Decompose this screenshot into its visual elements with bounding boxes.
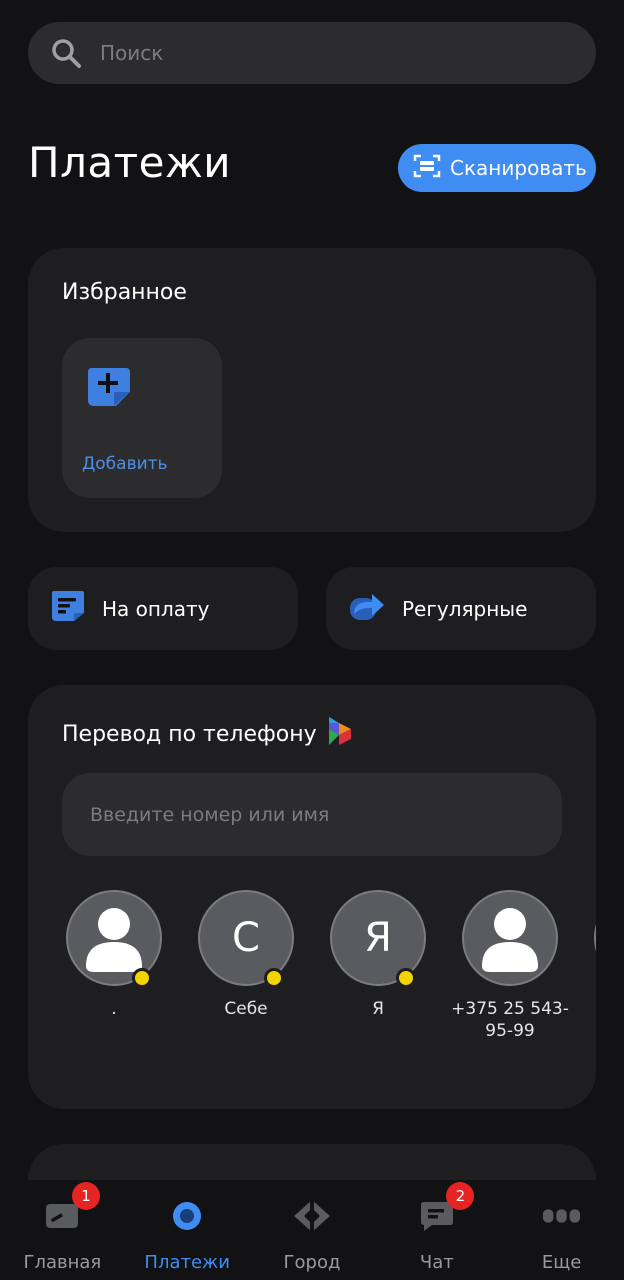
add-favorite-label: Добавить	[82, 454, 168, 474]
nav-home-label: Главная	[23, 1252, 102, 1273]
city-diamond-icon	[292, 1198, 332, 1234]
avatar-initial: С	[232, 915, 260, 961]
phone-transfer-title-text: Перевод по телефону	[62, 721, 317, 747]
phone-transfer-card: Перевод по телефону .	[28, 685, 596, 1109]
avatar	[594, 890, 596, 986]
nav-city[interactable]: Город	[250, 1180, 375, 1280]
phone-transfer-title: Перевод по телефону	[62, 715, 353, 753]
add-document-icon	[86, 366, 132, 412]
chat-badge: 2	[446, 1182, 475, 1210]
regular-payments-label: Регулярные	[402, 596, 528, 621]
avatar: Я	[330, 890, 426, 988]
scan-button[interactable]: Сканировать	[398, 144, 596, 192]
favorites-title: Избранное	[62, 280, 187, 305]
nav-more[interactable]: Еще	[499, 1180, 624, 1280]
contact-item[interactable]: С Себе	[180, 890, 312, 1020]
nav-chat-label: Чат	[419, 1252, 454, 1273]
contact-item[interactable]: Я Я	[312, 890, 444, 1020]
nav-home[interactable]: 1 Главная	[0, 1180, 125, 1280]
scan-icon	[412, 152, 442, 185]
status-dot	[132, 968, 152, 988]
search-input[interactable]	[100, 41, 560, 65]
regular-payments-button[interactable]: Регулярные	[326, 567, 596, 650]
to-pay-label: На оплату	[102, 596, 210, 621]
search-bar[interactable]	[28, 22, 596, 84]
repeat-arrow-icon	[348, 590, 386, 627]
contacts-list: . С Себе Я Я +375 25 543-95-99	[28, 890, 596, 1050]
phone-input-field[interactable]	[62, 773, 562, 856]
nav-payments-label: Платежи	[144, 1252, 230, 1273]
person-icon	[482, 908, 538, 972]
contact-item[interactable]: .	[48, 890, 180, 1020]
avatar: С	[198, 890, 294, 988]
sbp-logo-icon	[327, 715, 353, 753]
contact-name: Я	[372, 999, 384, 1019]
contact-name: .	[111, 999, 117, 1019]
contact-name: +375 25 543-95-99	[451, 999, 569, 1041]
nav-chat[interactable]: 2 Чат	[374, 1180, 499, 1280]
search-icon	[48, 35, 84, 71]
avatar-initial: Я	[364, 915, 392, 961]
contact-item-partial[interactable]	[576, 890, 596, 986]
to-pay-button[interactable]: На оплату	[28, 567, 298, 650]
status-dot	[396, 968, 416, 988]
avatar	[66, 890, 162, 988]
phone-or-name-input[interactable]	[90, 803, 530, 826]
contact-item[interactable]: +375 25 543-95-99	[444, 890, 576, 1042]
favorites-card: Избранное Добавить	[28, 248, 596, 532]
bottom-navigation: 1 Главная Платежи Город 2 Чат Еще	[0, 1180, 624, 1280]
nav-more-label: Еще	[541, 1252, 582, 1273]
status-dot	[264, 968, 284, 988]
person-icon	[86, 908, 142, 972]
scan-label: Сканировать	[450, 156, 587, 180]
home-badge: 1	[72, 1182, 100, 1210]
page-title: Платежи	[28, 138, 232, 187]
nav-payments[interactable]: Платежи	[125, 1180, 250, 1280]
invoice-icon	[50, 589, 86, 628]
more-dots-icon	[542, 1198, 582, 1234]
payments-dot-icon	[167, 1198, 207, 1234]
nav-city-label: Город	[283, 1252, 341, 1273]
contact-name: Себе	[224, 999, 268, 1019]
avatar	[462, 890, 558, 986]
add-favorite-button[interactable]: Добавить	[62, 338, 222, 498]
